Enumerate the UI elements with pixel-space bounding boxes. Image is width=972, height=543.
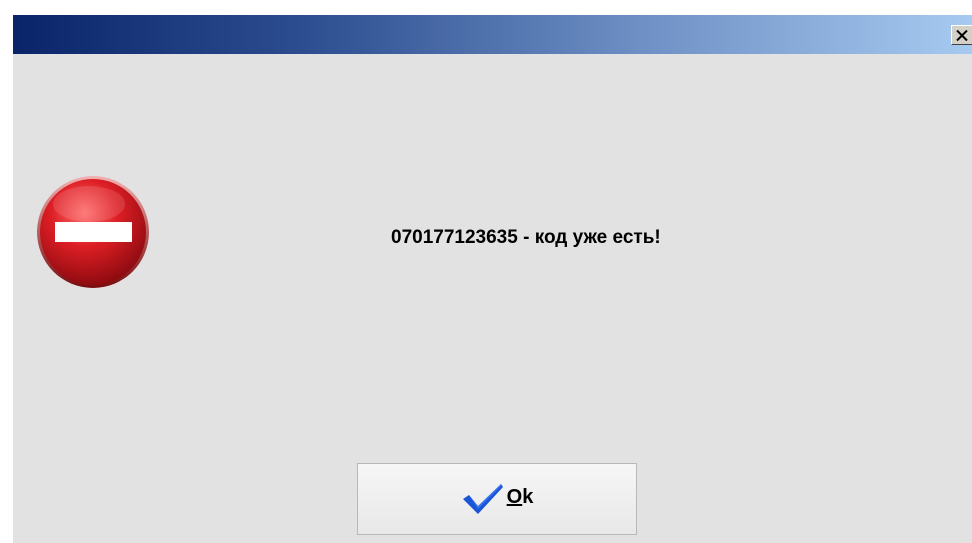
error-message: 070177123635 - код уже есть! xyxy=(391,227,661,248)
ok-mnemonic: O xyxy=(506,485,523,508)
ok-button-content: Ok xyxy=(461,482,534,516)
title-bar[interactable] xyxy=(13,15,972,54)
checkmark-icon xyxy=(462,484,503,514)
close-icon xyxy=(956,29,968,41)
stop-icon xyxy=(37,176,149,288)
screen: 070177123635 - код уже есть! Ok xyxy=(0,0,972,543)
ok-button[interactable]: Ok xyxy=(357,463,637,535)
ok-button-label: Ok xyxy=(507,486,534,509)
close-button[interactable] xyxy=(951,25,972,45)
ok-label-rest: k xyxy=(522,485,534,508)
error-dialog: 070177123635 - код уже есть! Ok xyxy=(12,14,972,543)
